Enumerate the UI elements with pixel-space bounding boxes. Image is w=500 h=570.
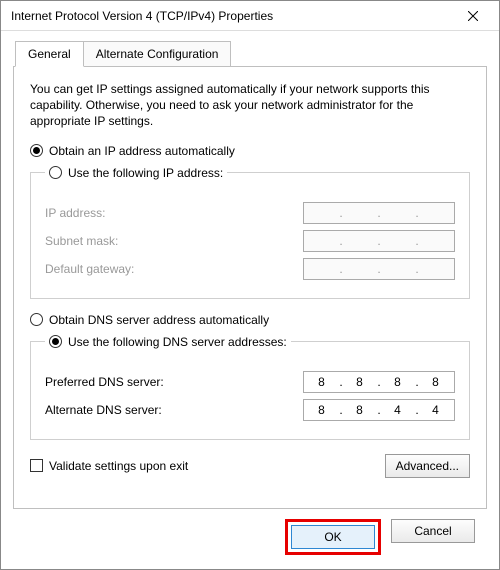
tab-alternate-configuration[interactable]: Alternate Configuration — [84, 41, 232, 67]
radio-dns-manual[interactable]: Use the following DNS server addresses: — [49, 335, 287, 349]
ok-button[interactable]: OK — [291, 525, 375, 549]
close-button[interactable] — [453, 2, 493, 30]
preferred-dns-label: Preferred DNS server: — [45, 375, 303, 389]
radio-icon — [30, 313, 43, 326]
radio-dns-auto-label: Obtain DNS server address automatically — [49, 313, 269, 327]
validate-checkbox[interactable] — [30, 459, 43, 472]
window-title: Internet Protocol Version 4 (TCP/IPv4) P… — [11, 9, 453, 23]
group-dns-manual: Use the following DNS server addresses: … — [30, 331, 470, 440]
ok-highlight: OK — [285, 519, 381, 555]
dialog-footer: OK Cancel — [13, 509, 487, 555]
radio-dns-auto[interactable]: Obtain DNS server address automatically — [30, 313, 470, 327]
radio-ip-manual[interactable]: Use the following IP address: — [49, 166, 223, 180]
alternate-dns-input[interactable]: 8. 8. 4. 4 — [303, 399, 455, 421]
radio-dns-manual-label: Use the following DNS server addresses: — [68, 335, 287, 349]
ip-address-input[interactable]: . . . — [303, 202, 455, 224]
radio-icon — [49, 335, 62, 348]
close-icon — [468, 11, 478, 21]
tab-general[interactable]: General — [15, 41, 84, 67]
row-default-gateway: Default gateway: . . . — [45, 258, 455, 280]
bottom-row: Validate settings upon exit Advanced... — [30, 454, 470, 478]
radio-ip-manual-label: Use the following IP address: — [68, 166, 223, 180]
tab-alt-label: Alternate Configuration — [96, 47, 219, 61]
cancel-button[interactable]: Cancel — [391, 519, 475, 543]
subnet-mask-input[interactable]: . . . — [303, 230, 455, 252]
tabstrip: General Alternate Configuration — [13, 41, 487, 67]
radio-icon — [49, 166, 62, 179]
ip-address-label: IP address: — [45, 206, 303, 220]
tabpanel-general: You can get IP settings assigned automat… — [13, 66, 487, 509]
row-preferred-dns: Preferred DNS server: 8. 8. 8. 8 — [45, 371, 455, 393]
row-alternate-dns: Alternate DNS server: 8. 8. 4. 4 — [45, 399, 455, 421]
radio-icon — [30, 144, 43, 157]
validate-label: Validate settings upon exit — [49, 459, 188, 473]
tab-general-label: General — [28, 47, 71, 61]
subnet-mask-label: Subnet mask: — [45, 234, 303, 248]
default-gateway-input[interactable]: . . . — [303, 258, 455, 280]
radio-ip-auto-label: Obtain an IP address automatically — [49, 144, 235, 158]
row-ip-address: IP address: . . . — [45, 202, 455, 224]
radio-ip-auto[interactable]: Obtain an IP address automatically — [30, 144, 470, 158]
alternate-dns-label: Alternate DNS server: — [45, 403, 303, 417]
dialog-window: Internet Protocol Version 4 (TCP/IPv4) P… — [0, 0, 500, 570]
intro-text: You can get IP settings assigned automat… — [30, 81, 470, 130]
titlebar: Internet Protocol Version 4 (TCP/IPv4) P… — [1, 1, 499, 31]
row-subnet-mask: Subnet mask: . . . — [45, 230, 455, 252]
client-area: General Alternate Configuration You can … — [1, 31, 499, 569]
preferred-dns-input[interactable]: 8. 8. 8. 8 — [303, 371, 455, 393]
default-gateway-label: Default gateway: — [45, 262, 303, 276]
group-ip-manual: Use the following IP address: IP address… — [30, 162, 470, 299]
advanced-button[interactable]: Advanced... — [385, 454, 470, 478]
